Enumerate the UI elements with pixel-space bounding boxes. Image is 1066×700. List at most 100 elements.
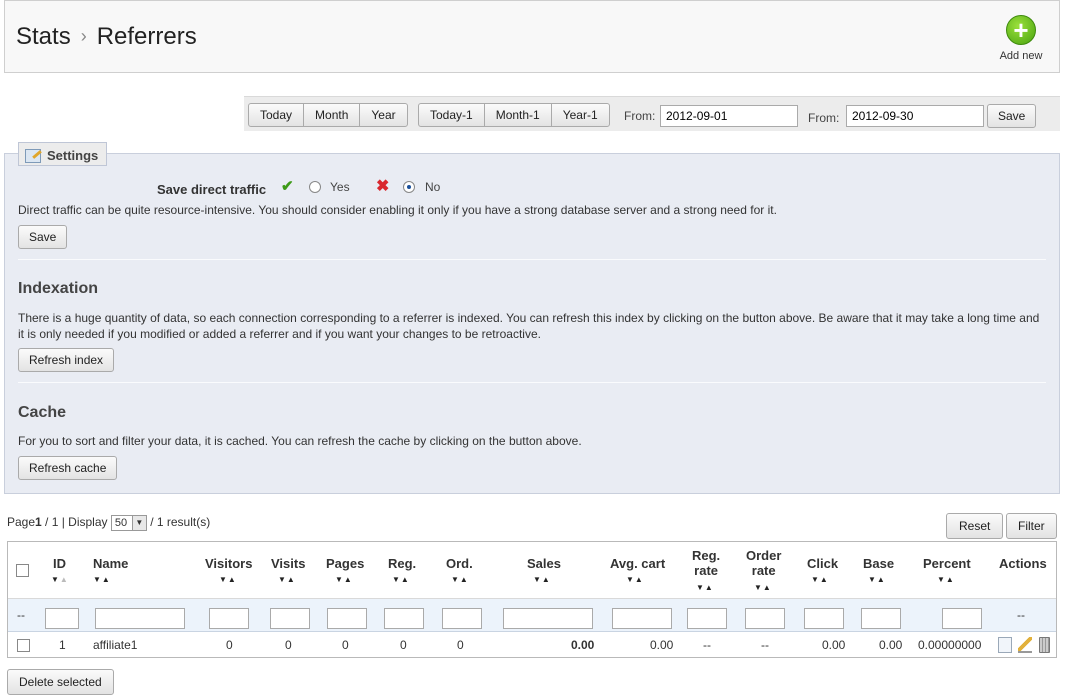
sort-avg-cart-icon[interactable]: ▼▲: [626, 575, 644, 584]
filter-sales-input[interactable]: [503, 608, 593, 629]
today-minus-1-button[interactable]: Today-1: [418, 103, 485, 127]
pagination: Page1 / 1 | Display 50 / 1 result(s): [7, 515, 210, 531]
period-button-group: Today Month Year: [248, 103, 408, 127]
referrers-table: ID ▼▲ Name ▼▲ Visitors ▼▲ Visits ▼▲ Page…: [7, 541, 1057, 658]
col-percent[interactable]: Percent: [923, 556, 971, 571]
month-button[interactable]: Month: [303, 103, 361, 127]
sort-orders-icon[interactable]: ▼▲: [451, 575, 469, 584]
plus-circle-icon[interactable]: +: [1006, 15, 1036, 45]
sort-order-rate-icon[interactable]: ▼▲: [754, 583, 772, 592]
results-count: / 1 result(s): [146, 515, 211, 530]
reset-button[interactable]: Reset: [946, 513, 1004, 539]
section-divider: [18, 382, 1046, 383]
filter-button[interactable]: Filter: [1006, 513, 1057, 539]
month-minus-1-button[interactable]: Month-1: [483, 103, 552, 127]
filter-reg-rate-input[interactable]: [687, 608, 727, 629]
sort-registrations-icon[interactable]: ▼▲: [392, 575, 410, 584]
breadcrumb-parent[interactable]: Stats: [16, 23, 71, 50]
sort-name-icon[interactable]: ▼▲: [93, 575, 111, 584]
delete-icon[interactable]: [1039, 637, 1050, 653]
cell-reg-rate: --: [703, 638, 711, 652]
cell-name: affiliate1: [93, 638, 138, 652]
col-reg-rate[interactable]: Reg. rate: [692, 548, 720, 578]
cell-percent: 0.00000000: [918, 638, 982, 652]
per-page-select[interactable]: 50: [110, 515, 147, 531]
page-header: Stats › Referrers + Add new: [4, 0, 1060, 73]
filter-name-input[interactable]: [95, 608, 185, 629]
view-icon[interactable]: [998, 637, 1012, 653]
cell-order-rate: --: [761, 638, 769, 652]
settings-save-button[interactable]: Save: [18, 225, 68, 249]
refresh-cache-button[interactable]: Refresh cache: [18, 456, 118, 480]
table-header: ID ▼▲ Name ▼▲ Visitors ▼▲ Visits ▼▲ Page…: [8, 542, 1056, 599]
filter-orders-input[interactable]: [442, 608, 482, 629]
row-checkbox[interactable]: [17, 639, 30, 652]
filter-base-input[interactable]: [861, 608, 901, 629]
edit-icon[interactable]: [1018, 637, 1032, 653]
per-page-value[interactable]: 50: [115, 517, 127, 529]
sort-percent-icon[interactable]: ▼▲: [937, 575, 955, 584]
refresh-index-button[interactable]: Refresh index: [18, 348, 115, 372]
col-registrations[interactable]: Reg.: [388, 556, 416, 571]
col-order-rate-line1[interactable]: Order: [746, 548, 781, 563]
direct-traffic-no-radio[interactable]: [403, 181, 415, 193]
add-new-label[interactable]: Add new: [997, 50, 1045, 62]
cell-visits: 0: [285, 638, 292, 652]
cell-click: 0.00: [822, 638, 846, 652]
filter-registrations-input[interactable]: [384, 608, 424, 629]
filter-click-input[interactable]: [804, 608, 844, 629]
col-order-rate[interactable]: Order rate: [746, 548, 781, 578]
col-reg-rate-line1[interactable]: Reg.: [692, 548, 720, 563]
date-from-input[interactable]: [660, 105, 798, 127]
yes-label[interactable]: Yes: [330, 180, 350, 194]
sort-visits-icon[interactable]: ▼▲: [278, 575, 296, 584]
col-sales[interactable]: Sales: [527, 556, 561, 571]
sort-visitors-icon[interactable]: ▼▲: [219, 575, 237, 584]
sort-base-icon[interactable]: ▼▲: [868, 575, 886, 584]
col-visits[interactable]: Visits: [271, 556, 305, 571]
filter-percent-input[interactable]: [942, 608, 982, 629]
date-to-input[interactable]: [846, 105, 984, 127]
date-save-button[interactable]: Save: [987, 104, 1037, 128]
filter-row: -- --: [8, 599, 1056, 632]
page-prefix: Page: [7, 515, 36, 530]
col-base[interactable]: Base: [863, 556, 894, 571]
select-all-checkbox[interactable]: [16, 564, 29, 577]
year-button[interactable]: Year: [359, 103, 408, 127]
col-orders[interactable]: Ord.: [446, 556, 473, 571]
year-minus-1-button[interactable]: Year-1: [550, 103, 610, 127]
filter-dash: --: [17, 608, 25, 622]
add-new-button[interactable]: + Add new: [997, 15, 1045, 62]
settings-legend: Settings: [18, 142, 108, 166]
cell-visitors: 0: [226, 638, 233, 652]
col-pages[interactable]: Pages: [326, 556, 364, 571]
today-button[interactable]: Today: [248, 103, 305, 127]
col-id[interactable]: ID: [53, 556, 66, 571]
sort-click-icon[interactable]: ▼▲: [811, 575, 829, 584]
direct-traffic-yes-radio[interactable]: [309, 181, 321, 193]
filter-pages-input[interactable]: [327, 608, 367, 629]
filter-order-rate-input[interactable]: [745, 608, 785, 629]
cache-text: For you to sort and filter your data, it…: [18, 434, 582, 448]
filter-visits-input[interactable]: [270, 608, 310, 629]
sort-reg-rate-icon[interactable]: ▼▲: [696, 583, 714, 592]
no-label[interactable]: No: [425, 180, 440, 194]
col-reg-rate-line2[interactable]: rate: [694, 563, 718, 578]
sort-sales-icon[interactable]: ▼▲: [533, 575, 551, 584]
sort-id-icon[interactable]: ▼▲: [51, 575, 69, 584]
col-order-rate-line2[interactable]: rate: [752, 563, 776, 578]
col-click[interactable]: Click: [807, 556, 838, 571]
col-avg-cart[interactable]: Avg. cart: [610, 556, 665, 571]
delete-selected-button[interactable]: Delete selected: [7, 669, 114, 695]
filter-visitors-input[interactable]: [209, 608, 249, 629]
sort-pages-icon[interactable]: ▼▲: [335, 575, 353, 584]
cache-heading: Cache: [18, 404, 67, 421]
date-range-bar: Today Month Year Today-1 Month-1 Year-1 …: [244, 96, 1060, 131]
filter-avg-cart-input[interactable]: [612, 608, 672, 629]
page-title: Referrers: [96, 23, 197, 50]
filter-id-input[interactable]: [45, 608, 79, 629]
col-name[interactable]: Name: [93, 556, 128, 571]
indexation-heading: Indexation: [18, 280, 99, 297]
col-visitors[interactable]: Visitors: [205, 556, 252, 571]
table-row[interactable]: 1 affiliate1 0 0 0 0 0 0.00 0.00 -- -- 0…: [8, 632, 1056, 659]
